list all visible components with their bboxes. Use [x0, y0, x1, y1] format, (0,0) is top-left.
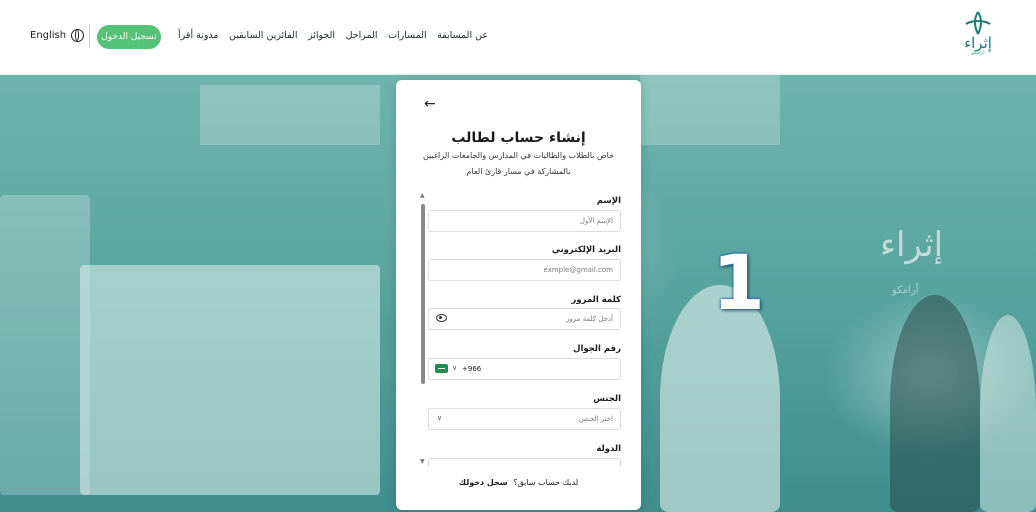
background-person [980, 315, 1036, 512]
name-placeholder: الإسم الأول [579, 217, 613, 225]
ithra-logo[interactable]: إثراء أرامكو [948, 10, 1008, 66]
top-header: English تسجيل الدخول عن المسابقة المسارا… [0, 0, 1036, 75]
background-panel [80, 265, 380, 495]
phone-input[interactable]: ∨ +966 [428, 358, 621, 380]
logo-text: إثراء [964, 34, 992, 52]
scrollbar-thumb[interactable] [421, 204, 425, 384]
background-person [890, 295, 980, 512]
header-divider [89, 24, 90, 48]
password-input[interactable]: أدخل كلمة مرور [428, 308, 621, 330]
password-placeholder: أدخل كلمة مرور [566, 315, 613, 323]
nav-item-about[interactable]: عن المسابقة [437, 30, 488, 41]
background-shelf [640, 75, 780, 145]
modal-subtitle: خاص بالطلاب والطالبات في المدارس والجامع… [422, 151, 615, 176]
dial-code: +966 [462, 365, 482, 373]
have-account-text: لديك حساب سابق؟ [513, 478, 579, 487]
main-nav: عن المسابقة المسارات المراحل الجوائز الف… [178, 30, 488, 41]
back-arrow-icon[interactable]: ← [424, 96, 436, 112]
login-prompt: لديك حساب سابق؟ سجل دخولك [396, 478, 641, 487]
globe-icon [71, 29, 85, 42]
nav-item-prizes[interactable]: الجوائز [308, 30, 335, 41]
scroll-down-icon[interactable]: ▼ [420, 458, 425, 465]
ithra-logo-icon [965, 11, 991, 35]
login-link[interactable]: سجل دخولك [459, 478, 508, 487]
name-input[interactable]: الإسم الأول [428, 210, 621, 232]
nav-item-tracks[interactable]: المسارات [388, 30, 427, 41]
modal-title: إنشاء حساب لطالب [451, 130, 586, 146]
email-input[interactable]: exmple@gmail.com [428, 259, 621, 281]
step-number-annotation: 1 [712, 238, 765, 327]
chevron-down-icon: ∨ [437, 414, 443, 422]
country-select[interactable] [428, 458, 621, 466]
background-logo: إثراء [880, 225, 944, 265]
eye-icon[interactable] [436, 314, 447, 322]
login-button[interactable]: تسجيل الدخول [97, 25, 161, 49]
chevron-down-icon[interactable]: ∨ [452, 364, 457, 372]
gender-select[interactable]: ∨ اختر الجنس [428, 408, 621, 430]
gender-label: الجنس [593, 394, 621, 404]
signup-form: الإسم الإسم الأول البريد الإلكتروني exmp… [428, 196, 621, 466]
password-label: كلمة المرور [571, 295, 622, 305]
email-placeholder: exmple@gmail.com [543, 266, 613, 274]
email-label: البريد الإلكتروني [551, 245, 621, 255]
logo-subtext: أرامكو [971, 50, 985, 56]
background-shelf [200, 85, 380, 145]
form-scrollbar[interactable]: ▲ ▼ [420, 192, 426, 472]
nav-item-blog[interactable]: مدونة أقرأ [178, 30, 218, 41]
nav-item-stages[interactable]: المراحل [346, 30, 378, 41]
language-label: English [30, 30, 67, 41]
background-panel [0, 195, 90, 495]
background-logo-sub: أرامكو [892, 285, 919, 296]
gender-placeholder: اختر الجنس [578, 415, 613, 423]
saudi-flag-icon[interactable] [435, 364, 448, 373]
language-switch[interactable]: English [30, 29, 85, 42]
nav-item-previous-winners[interactable]: الفائزين السابقين [229, 30, 297, 41]
name-label: الإسم [596, 196, 621, 206]
scroll-up-icon[interactable]: ▲ [420, 192, 425, 199]
phone-label: رقم الجوال [573, 344, 621, 354]
signup-modal: ← إنشاء حساب لطالب خاص بالطلاب والطالبات… [396, 80, 641, 510]
country-label: الدولة [596, 444, 621, 454]
